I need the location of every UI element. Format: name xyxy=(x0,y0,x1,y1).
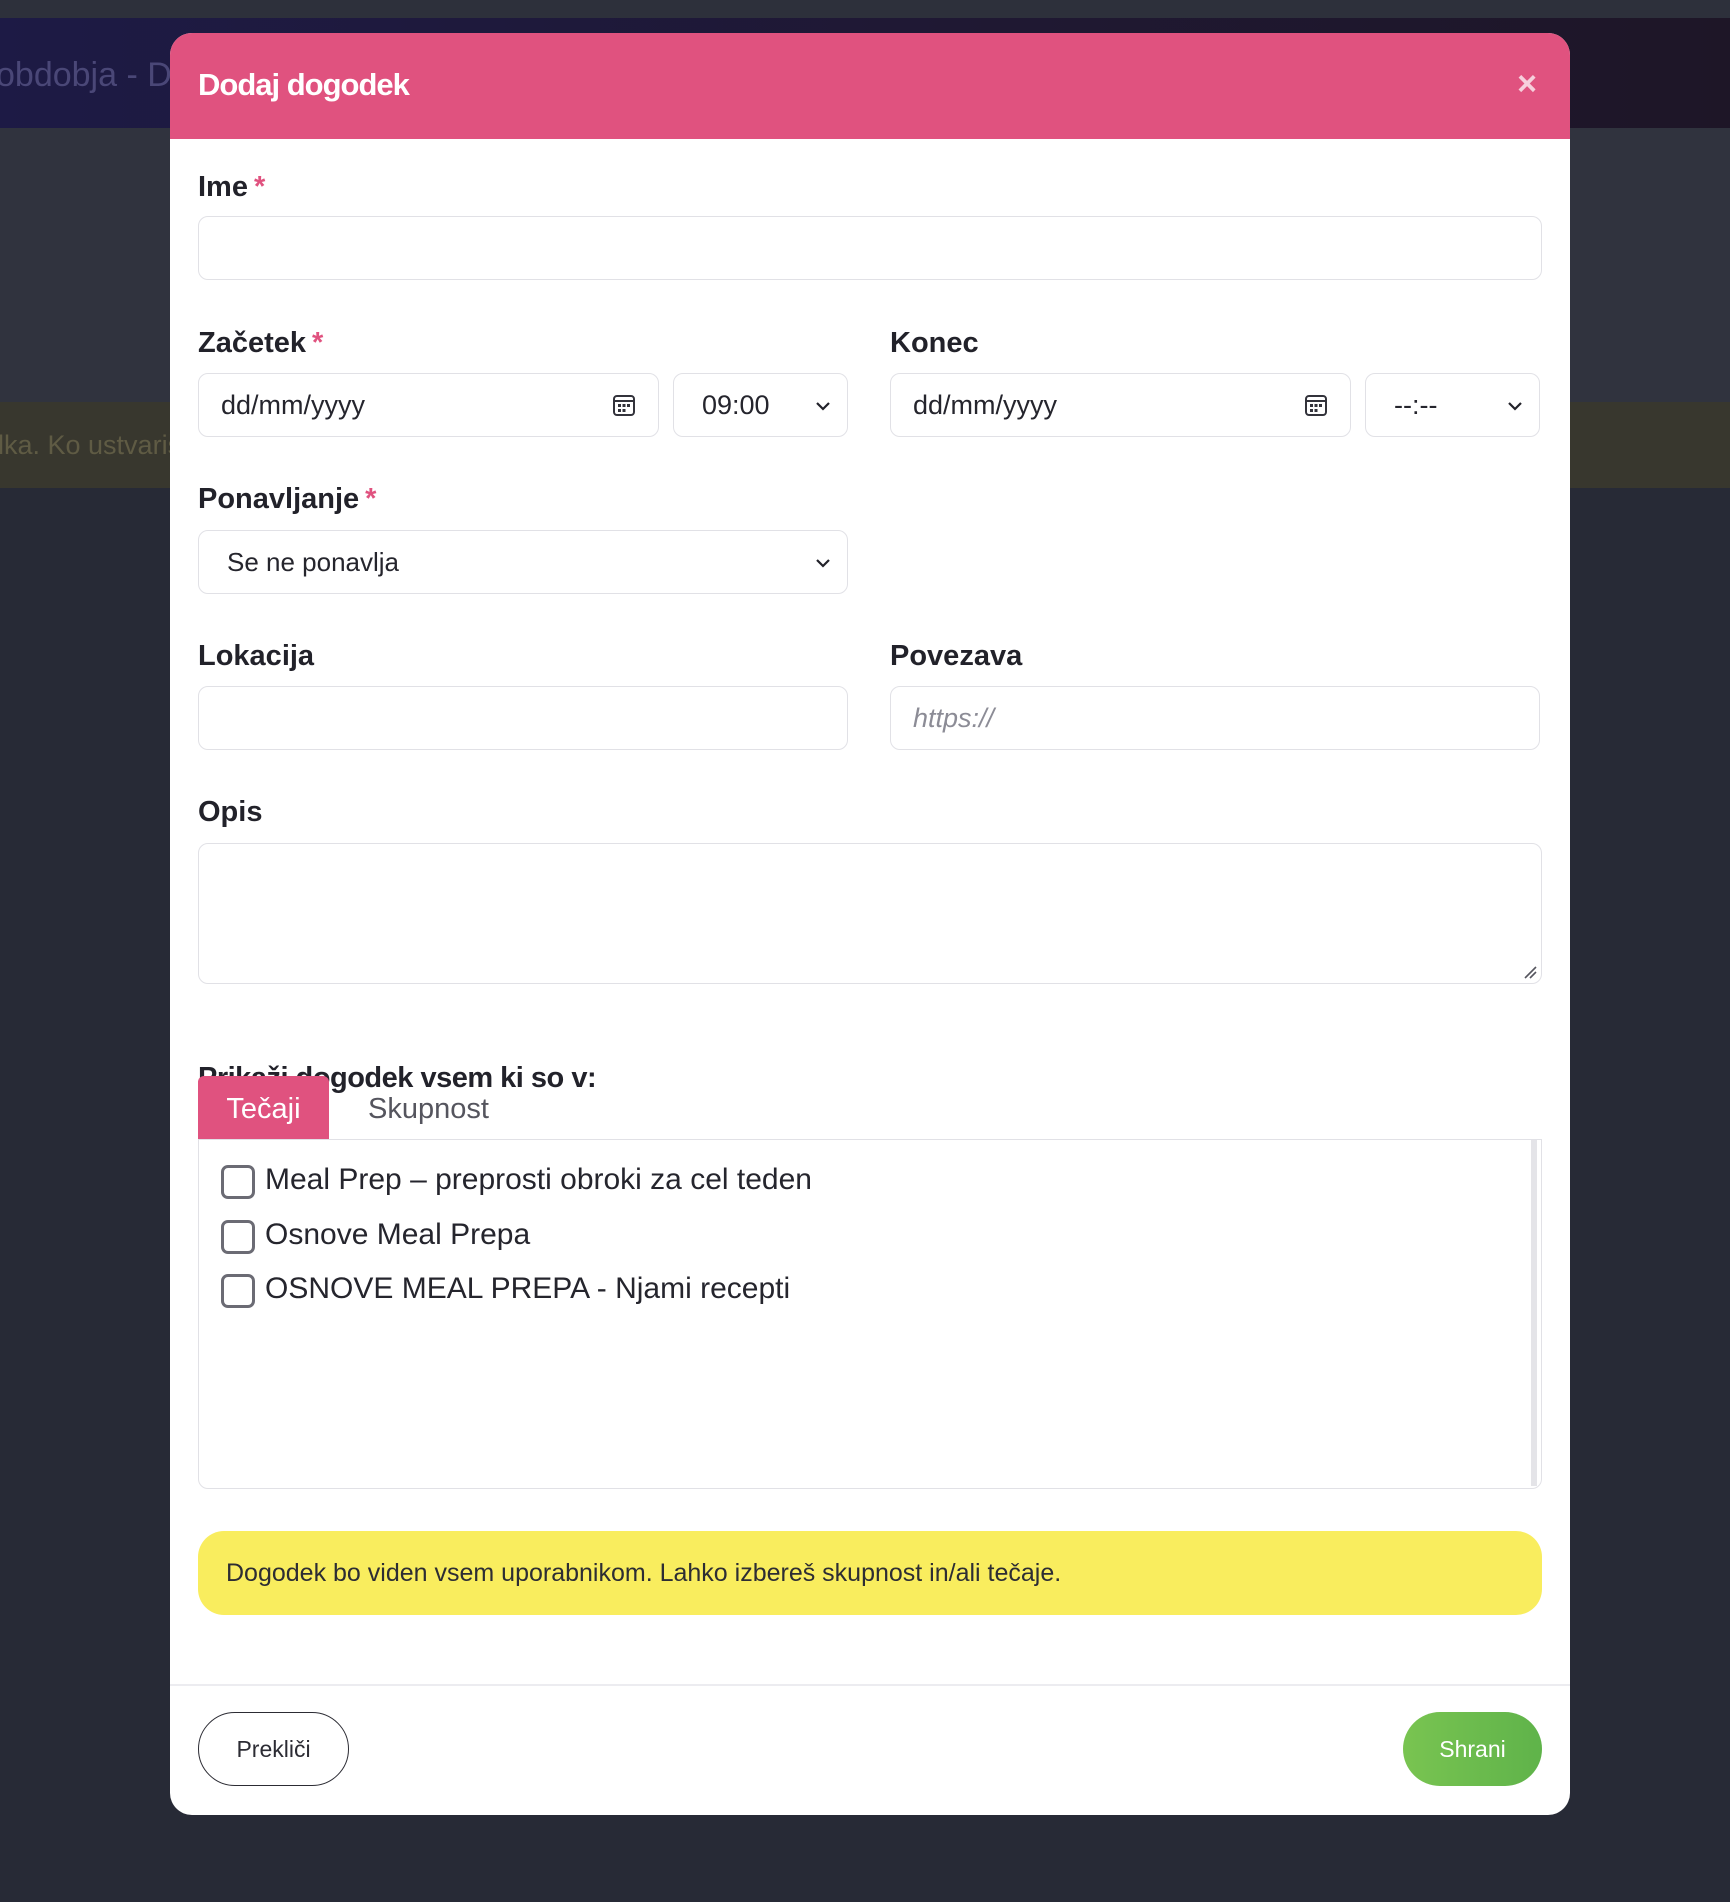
course-checkbox[interactable] xyxy=(221,1274,255,1308)
end-label-text: Konec xyxy=(890,327,979,359)
required-mark: * xyxy=(365,483,377,515)
repeat-select[interactable]: Se ne ponavlja xyxy=(198,530,848,594)
course-label: Meal Prep – preprosti obroki za cel tede… xyxy=(265,1163,812,1196)
calendar-icon[interactable] xyxy=(612,393,636,417)
start-time-value: 09:00 xyxy=(702,390,770,420)
start-label-text: Začetek xyxy=(198,327,307,359)
start-time-select[interactable]: 09:00 xyxy=(673,373,848,437)
link-label-text: Povezava xyxy=(890,640,1023,672)
end-time-value: --:-- xyxy=(1394,390,1438,420)
calendar-icon[interactable] xyxy=(1304,393,1328,417)
end-date-placeholder: dd/mm/yyyy xyxy=(913,390,1058,420)
resize-grip-icon[interactable] xyxy=(1523,965,1537,979)
repeat-label: Ponavljanje * xyxy=(198,483,376,516)
tab-community[interactable]: Skupnost xyxy=(368,1076,489,1140)
start-label: Začetek * xyxy=(198,327,323,360)
location-label-text: Lokacija xyxy=(198,640,315,672)
background-header-text: obdobja - Do xyxy=(0,56,191,94)
close-icon[interactable]: × xyxy=(1512,67,1542,101)
description-label-text: Opis xyxy=(198,796,263,828)
location-input[interactable] xyxy=(198,686,848,750)
cancel-button[interactable]: Prekliči xyxy=(198,1712,349,1786)
courses-list: Meal Prep – preprosti obroki za cel tede… xyxy=(198,1139,1542,1489)
modal-title: Dodaj dogodek xyxy=(198,67,410,102)
location-label: Lokacija xyxy=(198,640,314,673)
notice-text: Dogodek bo viden vsem uporabnikom. Lahko… xyxy=(226,1559,1062,1587)
course-label: Osnove Meal Prepa xyxy=(265,1218,531,1251)
link-input[interactable]: https:// xyxy=(890,686,1540,750)
save-button[interactable]: Shrani xyxy=(1403,1712,1542,1786)
required-mark: * xyxy=(253,171,266,203)
chevron-down-icon xyxy=(816,402,830,411)
chevron-down-icon xyxy=(1508,402,1522,411)
visibility-notice: Dogodek bo viden vsem uporabnikom. Lahko… xyxy=(198,1531,1542,1615)
add-event-modal: Dodaj dogodek × Ime * Začetek * dd/mm/yyyy… xyxy=(170,33,1570,1815)
required-mark: * xyxy=(312,327,324,359)
modal-header: Dodaj dogodek × xyxy=(170,33,1570,139)
name-label-text: Ime xyxy=(198,171,248,203)
footer-divider xyxy=(170,1684,1570,1686)
tab-courses[interactable]: Tečaji xyxy=(198,1076,329,1140)
chevron-down-icon xyxy=(816,559,830,568)
name-label: Ime * xyxy=(198,171,265,204)
background-top-strip xyxy=(0,0,1730,18)
repeat-selected-value: Se ne ponavlja xyxy=(227,547,400,577)
background-banner-text: lka. Ko ustvariš xyxy=(0,430,182,460)
end-date-input[interactable]: dd/mm/yyyy xyxy=(890,373,1351,437)
description-label: Opis xyxy=(198,796,262,829)
repeat-label-text: Ponavljanje xyxy=(198,483,360,515)
link-placeholder: https:// xyxy=(913,703,995,733)
description-textarea[interactable] xyxy=(198,843,1542,984)
course-label: OSNOVE MEAL PREPA - Njami recepti xyxy=(265,1272,791,1305)
start-date-placeholder: dd/mm/yyyy xyxy=(221,390,366,420)
name-input[interactable] xyxy=(198,216,1542,280)
end-time-select[interactable]: --:-- xyxy=(1365,373,1540,437)
course-checkbox[interactable] xyxy=(221,1165,255,1199)
course-checkbox[interactable] xyxy=(221,1220,255,1254)
start-date-input[interactable]: dd/mm/yyyy xyxy=(198,373,659,437)
link-label: Povezava xyxy=(890,640,1022,673)
end-label: Konec xyxy=(890,327,979,360)
list-scrollbar[interactable] xyxy=(1531,1140,1537,1486)
